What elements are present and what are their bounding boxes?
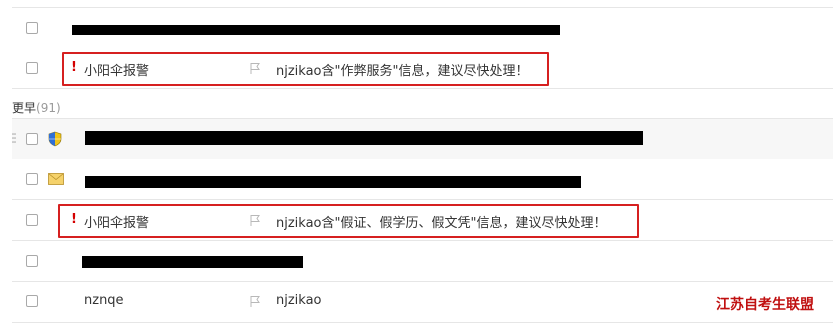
row-checkbox[interactable] [26,214,38,226]
redaction-bar [85,176,581,188]
row-checkbox[interactable] [26,133,38,145]
mail-row[interactable] [12,159,833,200]
group-count: (91) [36,101,61,115]
row-checkbox[interactable] [26,22,38,34]
envelope-icon [48,173,64,185]
mail-row[interactable]: nznqe njzikao [12,282,833,323]
mail-row[interactable] [12,118,833,160]
row-checkbox[interactable] [26,173,38,185]
flag-icon[interactable] [249,295,261,307]
mail-row[interactable] [12,241,833,282]
mail-row[interactable] [12,7,833,49]
group-header[interactable]: 更早(91) [12,99,61,116]
mail-sender[interactable]: nznqe [84,293,124,308]
mail-subject[interactable]: njzikao [276,293,322,308]
redaction-bar [85,131,643,145]
security-shield-icon [48,131,62,147]
redaction-bar [72,25,560,35]
highlight-box [62,52,549,86]
row-checkbox[interactable] [26,62,38,74]
row-checkbox[interactable] [26,255,38,267]
highlight-box [58,204,639,238]
redaction-bar [82,256,303,268]
row-checkbox[interactable] [26,295,38,307]
drag-handle-icon[interactable] [12,132,16,146]
watermark-text: 江苏自考生联盟 [716,297,814,313]
group-label: 更早 [12,101,37,115]
